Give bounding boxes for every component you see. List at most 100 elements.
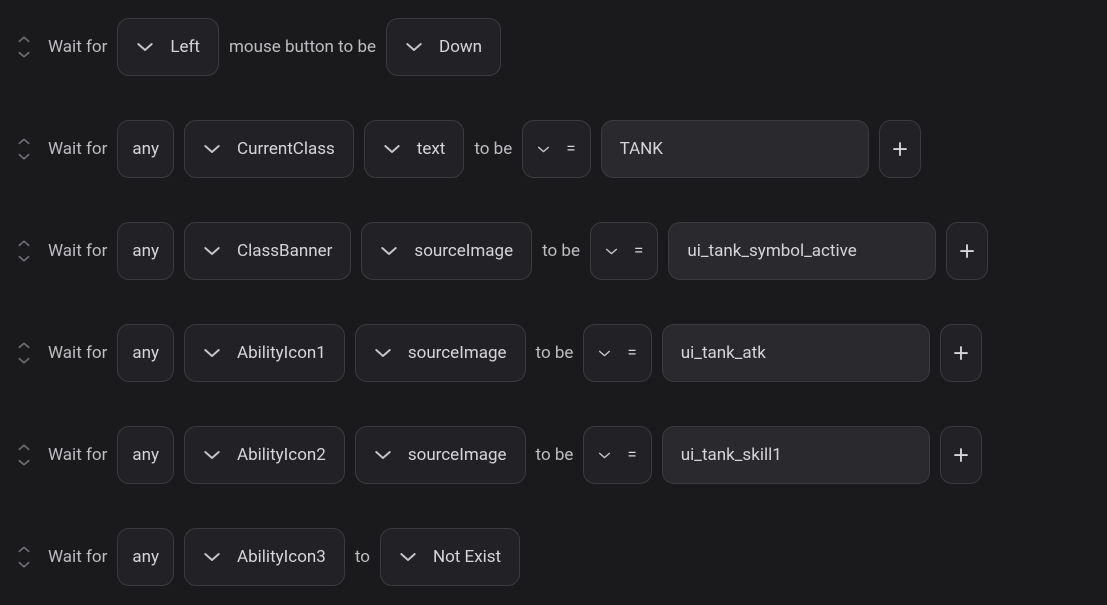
target-dropdown-label: AbilityIcon3 [237, 547, 326, 567]
scope-dropdown-label: any [132, 241, 159, 261]
mouse-state-dropdown-label: Down [439, 37, 482, 57]
wait-for-label: Wait for [48, 547, 107, 567]
wait-step-row: Wait for any CurrentClass text to be = [16, 120, 1091, 178]
mouse-state-dropdown[interactable]: Down [386, 18, 501, 76]
reorder-handle [16, 543, 32, 571]
chevron-down-icon [374, 449, 392, 461]
target-dropdown[interactable]: AbilityIcon3 [184, 528, 345, 586]
property-dropdown-label: sourceImage [408, 445, 507, 465]
move-down-button[interactable] [16, 355, 32, 367]
wait-step-row: Wait for any ClassBanner sourceImage to … [16, 222, 1091, 280]
chevron-down-icon [380, 245, 398, 257]
scope-dropdown[interactable]: any [117, 528, 174, 586]
chevron-down-icon [383, 143, 401, 155]
target-dropdown-label: CurrentClass [237, 139, 335, 159]
scope-dropdown[interactable]: any [117, 222, 174, 280]
chevron-down-icon [598, 349, 611, 358]
add-condition-button[interactable] [879, 120, 921, 178]
wait-step-row: Wait for any AbilityIcon2 sourceImage to… [16, 426, 1091, 484]
chevron-down-icon [537, 145, 550, 154]
target-dropdown[interactable]: AbilityIcon2 [184, 426, 345, 484]
value-input[interactable] [601, 120, 869, 178]
target-dropdown-label: ClassBanner [237, 241, 332, 261]
chevron-down-icon [399, 551, 417, 563]
move-up-button[interactable] [16, 441, 32, 453]
target-dropdown[interactable]: CurrentClass [184, 120, 354, 178]
chevron-down-icon [598, 451, 611, 460]
wait-for-label: Wait for [48, 445, 107, 465]
scope-dropdown[interactable]: any [117, 120, 174, 178]
operator-dropdown[interactable]: = [583, 324, 651, 382]
chevron-down-icon [203, 245, 221, 257]
add-condition-button[interactable] [946, 222, 988, 280]
reorder-handle [16, 33, 32, 61]
chevron-down-icon [374, 347, 392, 359]
chevron-down-icon [136, 41, 154, 53]
chevron-down-icon [405, 41, 423, 53]
chevron-down-icon [605, 247, 618, 256]
wait-step-row: Wait for any AbilityIcon3 to Not Exist [16, 528, 1091, 586]
move-up-button[interactable] [16, 237, 32, 249]
target-dropdown[interactable]: ClassBanner [184, 222, 351, 280]
to-label: to [355, 547, 370, 567]
target-dropdown[interactable]: AbilityIcon1 [184, 324, 345, 382]
wait-for-label: Wait for [48, 343, 107, 363]
property-dropdown-label: text [417, 139, 446, 159]
to-be-label: to be [536, 445, 574, 465]
wait-for-label: Wait for [48, 241, 107, 261]
wait-step-row: Wait for Left mouse button to be Down [16, 18, 1091, 76]
operator-dropdown[interactable]: = [583, 426, 651, 484]
to-be-label: to be [474, 139, 512, 159]
mouse-button-dropdown[interactable]: Left [117, 18, 219, 76]
to-be-label: to be [542, 241, 580, 261]
operator-dropdown[interactable]: = [590, 222, 658, 280]
reorder-handle [16, 339, 32, 367]
mouse-button-dropdown-label: Left [170, 37, 200, 57]
property-dropdown[interactable]: sourceImage [355, 426, 526, 484]
move-up-button[interactable] [16, 135, 32, 147]
chevron-down-icon [203, 449, 221, 461]
scope-dropdown-label: any [132, 139, 159, 159]
target-dropdown-label: AbilityIcon2 [237, 445, 326, 465]
move-down-button[interactable] [16, 457, 32, 469]
exist-state-dropdown[interactable]: Not Exist [380, 528, 520, 586]
value-input[interactable] [668, 222, 936, 280]
move-up-button[interactable] [16, 339, 32, 351]
operator-dropdown-label: = [634, 241, 643, 261]
value-input[interactable] [662, 324, 930, 382]
property-dropdown[interactable]: text [364, 120, 465, 178]
chevron-down-icon [203, 143, 221, 155]
scope-dropdown-label: any [132, 547, 159, 567]
to-be-label: to be [536, 343, 574, 363]
wait-step-row: Wait for any AbilityIcon1 sourceImage to… [16, 324, 1091, 382]
chevron-down-icon [203, 347, 221, 359]
move-down-button[interactable] [16, 151, 32, 163]
add-condition-button[interactable] [940, 324, 982, 382]
scope-dropdown[interactable]: any [117, 324, 174, 382]
exist-state-dropdown-label: Not Exist [433, 547, 501, 567]
operator-dropdown-label: = [566, 139, 575, 159]
reorder-handle [16, 237, 32, 265]
reorder-handle [16, 441, 32, 469]
operator-dropdown[interactable]: = [522, 120, 590, 178]
scope-dropdown-label: any [132, 445, 159, 465]
property-dropdown[interactable]: sourceImage [355, 324, 526, 382]
property-dropdown[interactable]: sourceImage [361, 222, 532, 280]
property-dropdown-label: sourceImage [414, 241, 513, 261]
value-input[interactable] [662, 426, 930, 484]
mouse-to-be-label: mouse button to be [229, 37, 376, 57]
add-condition-button[interactable] [940, 426, 982, 484]
wait-for-label: Wait for [48, 139, 107, 159]
move-down-button[interactable] [16, 49, 32, 61]
chevron-down-icon [203, 551, 221, 563]
scope-dropdown[interactable]: any [117, 426, 174, 484]
move-up-button[interactable] [16, 543, 32, 555]
property-dropdown-label: sourceImage [408, 343, 507, 363]
move-up-button[interactable] [16, 33, 32, 45]
target-dropdown-label: AbilityIcon1 [237, 343, 326, 363]
move-down-button[interactable] [16, 559, 32, 571]
wait-for-label: Wait for [48, 37, 107, 57]
move-down-button[interactable] [16, 253, 32, 265]
scope-dropdown-label: any [132, 343, 159, 363]
reorder-handle [16, 135, 32, 163]
